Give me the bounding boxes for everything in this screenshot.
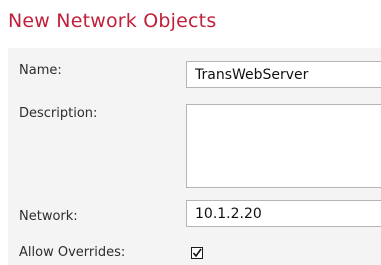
name-input[interactable] <box>186 61 381 88</box>
checkmark-icon <box>192 248 202 258</box>
allow-overrides-checkbox[interactable] <box>191 247 203 259</box>
network-label: Network: <box>19 209 78 224</box>
page-title: New Network Objects <box>8 10 217 32</box>
allow-overrides-label: Allow Overrides: <box>19 245 126 260</box>
network-input[interactable] <box>186 200 381 227</box>
description-label: Description: <box>19 106 98 121</box>
description-textarea[interactable] <box>186 104 381 188</box>
name-label: Name: <box>19 63 62 78</box>
